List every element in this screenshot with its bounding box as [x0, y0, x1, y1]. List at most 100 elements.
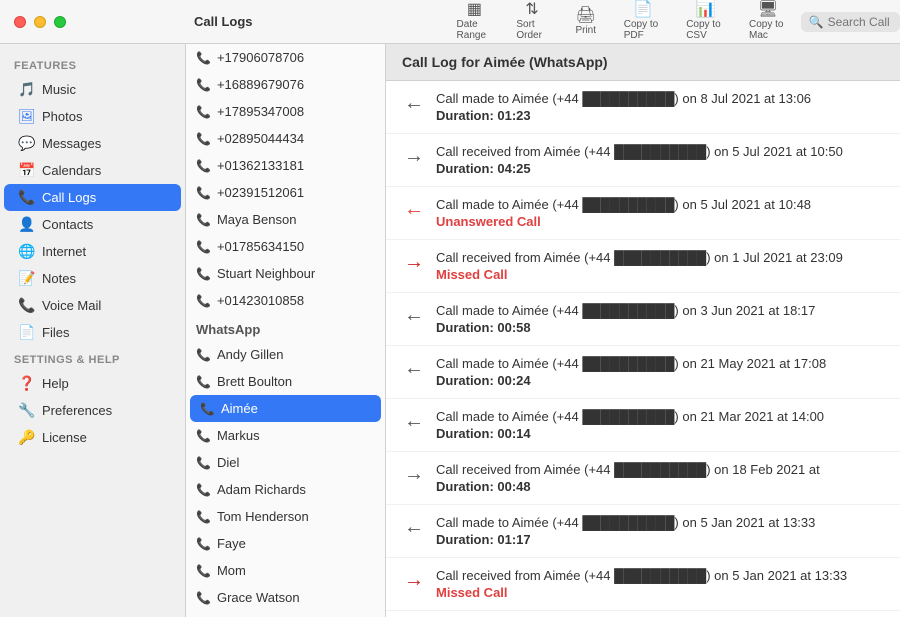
list-item[interactable]: 📞 Adam Richards	[186, 476, 385, 503]
call-duration: Duration: 00:48	[436, 479, 884, 494]
phone-icon: 📞	[196, 267, 211, 281]
table-row[interactable]: → Call received from Aimée (+44 ████████…	[386, 452, 900, 505]
sidebar-item-contacts-label: Contacts	[42, 217, 93, 232]
maximize-button[interactable]	[54, 16, 66, 28]
sidebar-item-license[interactable]: 🔑 License	[4, 424, 181, 451]
copy-to-csv-label: Copy to CSV	[686, 19, 725, 41]
phone-icon: 📞	[196, 510, 211, 524]
contact-name: Tom Henderson	[217, 509, 309, 524]
search-box[interactable]: 🔍	[801, 12, 900, 32]
copy-to-pdf-button[interactable]: 📄 Copy to PDF	[614, 0, 672, 43]
sort-order-label: Sort Order	[516, 19, 547, 41]
date-range-button[interactable]: ▦ Date Range	[447, 0, 503, 43]
sidebar-item-messages[interactable]: 💬 Messages	[4, 130, 181, 157]
unanswered-call-arrow-icon: ←	[402, 198, 426, 221]
list-item[interactable]: 📞 Brett Boulton	[186, 368, 385, 395]
minimize-button[interactable]	[34, 16, 46, 28]
list-item[interactable]: 📞 +17895347008	[186, 98, 385, 125]
sidebar-item-calendars[interactable]: 📅 Calendars	[4, 157, 181, 184]
table-row[interactable]: ← Call made to Aimée (+44 ██████████) on…	[386, 399, 900, 452]
call-duration: Duration: 00:58	[436, 320, 884, 335]
contact-name: +17906078706	[217, 50, 304, 65]
list-item[interactable]: 📞 Mom	[186, 557, 385, 584]
titlebar: Call Logs ▦ Date Range ⇅ Sort Order 🖨 Pr…	[0, 0, 900, 44]
photos-icon: 🖼	[18, 108, 34, 125]
date-range-icon: ▦	[467, 2, 482, 18]
contact-name: Grace Watson	[217, 590, 300, 605]
contact-name: Aimée	[221, 401, 258, 416]
sidebar-item-help-label: Help	[42, 376, 69, 391]
table-row[interactable]: ← Call made to Aimée (+44 ██████████) on…	[386, 346, 900, 399]
contact-name: Markus	[217, 428, 260, 443]
call-description: Call made to Aimée (+44 ██████████) on 2…	[436, 409, 884, 424]
sidebar: Features 🎵 Music 🖼 Photos 💬 Messages 📅 C…	[0, 44, 186, 617]
table-row[interactable]: → Call received from Aimée (+44 ████████…	[386, 240, 900, 293]
sidebar-item-voicemail[interactable]: 📞 Voice Mail	[4, 292, 181, 319]
sort-order-button[interactable]: ⇅ Sort Order	[506, 0, 557, 43]
call-description: Call received from Aimée (+44 ██████████…	[436, 462, 884, 477]
table-row[interactable]: ← Call made to Aimée (+44 ██████████) on…	[386, 505, 900, 558]
window-controls	[0, 16, 80, 28]
phone-icon: 📞	[196, 186, 211, 200]
list-item[interactable]: 📞 +02895044434	[186, 125, 385, 152]
phone-icon: 📞	[196, 537, 211, 551]
call-info: Call made to Aimée (+44 ██████████) on 3…	[436, 303, 884, 335]
sidebar-item-preferences[interactable]: 🔧 Preferences	[4, 397, 181, 424]
list-item[interactable]: 📞 Andy Gillen	[186, 341, 385, 368]
contact-name: +02895044434	[217, 131, 304, 146]
list-item[interactable]: 📞 +17906078706	[186, 44, 385, 71]
help-icon: ❓	[18, 375, 34, 392]
sidebar-item-files[interactable]: 📄 Files	[4, 319, 181, 346]
list-item[interactable]: 📞 Stuart Neighbour	[186, 260, 385, 287]
sidebar-item-music[interactable]: 🎵 Music	[4, 76, 181, 103]
list-item[interactable]: 📞 Grace Watson	[186, 584, 385, 611]
sidebar-item-photos-label: Photos	[42, 109, 82, 124]
list-item[interactable]: 📞 +02391512061	[186, 179, 385, 206]
calendars-icon: 📅	[18, 162, 34, 179]
incoming-call-arrow-icon: →	[402, 463, 426, 486]
list-item[interactable]: 📞 +16889679076	[186, 71, 385, 98]
list-item[interactable]: 📞 Diel	[186, 449, 385, 476]
contact-name: +01785634150	[217, 239, 304, 254]
print-button[interactable]: 🖨 Print	[562, 6, 610, 38]
sidebar-item-internet[interactable]: 🌐 Internet	[4, 238, 181, 265]
sidebar-item-photos[interactable]: 🖼 Photos	[4, 103, 181, 130]
list-item[interactable]: 📞 +01423010858	[186, 287, 385, 314]
search-input[interactable]	[828, 15, 892, 29]
table-row[interactable]: ← Call made to Aimée (+44 ██████████) on…	[386, 611, 900, 617]
table-row[interactable]: ← Call made to Aimée (+44 ██████████) on…	[386, 81, 900, 134]
list-item[interactable]: 📞 Markus	[186, 422, 385, 449]
table-row[interactable]: ← Call made to Aimée (+44 ██████████) on…	[386, 187, 900, 240]
call-description: Call made to Aimée (+44 ██████████) on 5…	[436, 515, 884, 530]
close-button[interactable]	[14, 16, 26, 28]
list-item[interactable]: 📞 Tom Henderson	[186, 503, 385, 530]
sidebar-item-calendars-label: Calendars	[42, 163, 101, 178]
outgoing-call-arrow-icon: ←	[402, 304, 426, 327]
list-item[interactable]: 📞 Maya Benson	[186, 206, 385, 233]
phone-icon: 📞	[200, 402, 215, 416]
list-item[interactable]: 📞 +01362133181	[186, 152, 385, 179]
outgoing-call-arrow-icon: ←	[402, 410, 426, 433]
copy-to-csv-button[interactable]: 📊 Copy to CSV	[676, 0, 735, 43]
sort-order-icon: ⇅	[525, 2, 538, 18]
list-item-aimee[interactable]: 📞 Aimée	[190, 395, 381, 422]
list-item[interactable]: 📞 Faye	[186, 530, 385, 557]
call-status: Missed Call	[436, 585, 884, 600]
sidebar-item-help[interactable]: ❓ Help	[4, 370, 181, 397]
call-info: Call received from Aimée (+44 ██████████…	[436, 462, 884, 494]
contact-name: +16889679076	[217, 77, 304, 92]
sidebar-item-contacts[interactable]: 👤 Contacts	[4, 211, 181, 238]
call-description: Call made to Aimée (+44 ██████████) on 3…	[436, 303, 884, 318]
table-row[interactable]: → Call received from Aimée (+44 ████████…	[386, 134, 900, 187]
print-label: Print	[575, 25, 596, 36]
copy-to-mac-button[interactable]: 🖥 Copy to Mac	[739, 0, 797, 43]
call-duration: Duration: 01:17	[436, 532, 884, 547]
table-row[interactable]: ← Call made to Aimée (+44 ██████████) on…	[386, 293, 900, 346]
contact-name: Adam Richards	[217, 482, 306, 497]
sidebar-item-call-logs[interactable]: 📞 Call Logs	[4, 184, 181, 211]
main-content: Features 🎵 Music 🖼 Photos 💬 Messages 📅 C…	[0, 44, 900, 617]
table-row[interactable]: → Call received from Aimée (+44 ████████…	[386, 558, 900, 611]
messages-icon: 💬	[18, 135, 34, 152]
sidebar-item-notes[interactable]: 📝 Notes	[4, 265, 181, 292]
list-item[interactable]: 📞 +01785634150	[186, 233, 385, 260]
